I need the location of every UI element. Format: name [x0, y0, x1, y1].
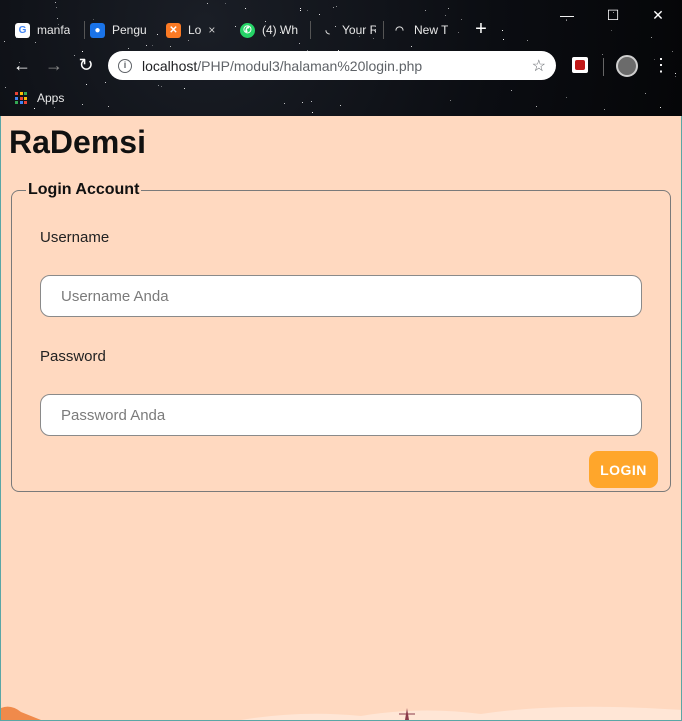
- page-title: RaDemsi: [9, 124, 146, 160]
- tab-label: Your R: [342, 23, 376, 37]
- browser-toolbar: ← → ↻ i localhost/PHP/modul3/halaman%20l…: [0, 46, 682, 84]
- page-content: RaDemsi Login Account Username Password …: [0, 116, 682, 721]
- reload-icon[interactable]: ↻: [74, 54, 98, 78]
- address-bar[interactable]: i localhost/PHP/modul3/halaman%20login.p…: [108, 51, 556, 80]
- username-input[interactable]: [40, 275, 642, 317]
- info-icon[interactable]: i: [118, 58, 132, 73]
- password-input[interactable]: [40, 394, 642, 436]
- forward-arrow-icon[interactable]: →: [42, 54, 66, 78]
- tab-label: manfa: [37, 23, 71, 37]
- loading-icon: ◠: [395, 24, 404, 36]
- new-tab-button[interactable]: +: [470, 18, 492, 40]
- login-form: Login Account Username Password LOGIN: [11, 181, 671, 492]
- tab-label: Lo: [188, 23, 202, 37]
- whatsapp-icon: ✆: [240, 22, 255, 38]
- tab-your-r[interactable]: ◟ Your R: [320, 18, 376, 42]
- login-button[interactable]: LOGIN: [589, 451, 658, 488]
- contact-icon: ●: [90, 22, 105, 38]
- bookmark-star-icon[interactable]: ☆: [532, 56, 546, 76]
- maximize-button[interactable]: ☐: [601, 4, 625, 26]
- menu-kebab-icon[interactable]: ⋮: [652, 54, 670, 78]
- xampp-icon: ✕: [166, 22, 181, 38]
- tab-whatsapp[interactable]: ✆ (4) Wh: [240, 18, 302, 42]
- form-legend: Login Account: [28, 181, 140, 198]
- username-label: Username: [40, 229, 110, 246]
- url-path: /PHP/modul3/halaman%20login.php: [197, 57, 423, 74]
- tab-google[interactable]: G manfa: [15, 18, 75, 42]
- close-tab-icon[interactable]: ×: [208, 23, 215, 37]
- apps-bookmark[interactable]: Apps: [37, 91, 64, 105]
- tab-label: (4) Wh: [262, 23, 298, 37]
- password-label: Password: [40, 348, 106, 365]
- apps-grid-icon[interactable]: [15, 92, 27, 104]
- tab-new[interactable]: ◠ New T: [392, 18, 452, 42]
- browser-chrome: G manfa ● Pengu ✕ Lo × ✆ (4) Wh ◟ Your R…: [0, 0, 682, 116]
- close-window-button[interactable]: ✕: [646, 4, 670, 26]
- tab-pengu[interactable]: ● Pengu: [90, 18, 150, 42]
- star-dot: [86, 84, 87, 85]
- url-host: localhost: [142, 57, 198, 74]
- mcafee-extension-icon[interactable]: [572, 57, 588, 73]
- bookmarks-bar: Apps: [0, 86, 682, 110]
- tab-label: New T: [414, 23, 449, 37]
- landscape-decoration: [1, 706, 681, 720]
- tab-strip: G manfa ● Pengu ✕ Lo × ✆ (4) Wh ◟ Your R…: [0, 0, 682, 44]
- minimize-button[interactable]: —: [555, 4, 579, 26]
- tab-active[interactable]: ✕ Lo ×: [166, 18, 228, 42]
- back-arrow-icon[interactable]: ←: [10, 54, 34, 78]
- google-icon: G: [15, 22, 30, 38]
- star-dot: [312, 112, 313, 113]
- tab-label: Pengu: [112, 23, 147, 37]
- profile-avatar[interactable]: [616, 55, 638, 77]
- loading-icon: ◟: [325, 24, 330, 36]
